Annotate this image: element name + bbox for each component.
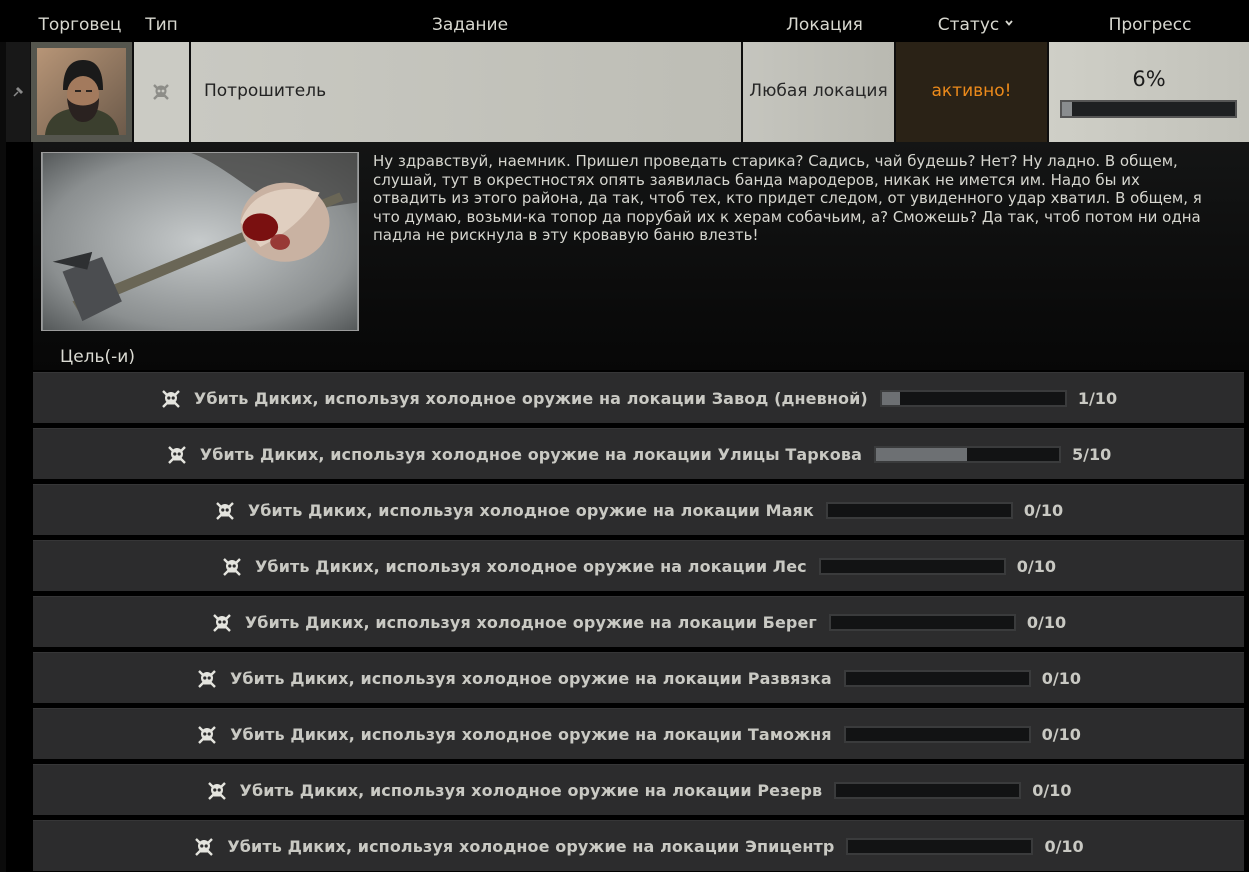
objective-content: Убить Диких, используя холодное оружие н… — [221, 541, 1056, 592]
location-cell: Любая локация — [743, 42, 894, 142]
skull-crossbones-icon — [198, 725, 216, 744]
objective-row: Убить Диких, используя холодное оружие н… — [33, 372, 1244, 423]
objective-progress-bar — [825, 502, 1013, 519]
quest-image — [41, 152, 359, 331]
objective-progress-bar — [818, 558, 1006, 575]
type-cell — [134, 42, 189, 142]
skull-crossbones-icon — [207, 781, 226, 800]
objective-row: Убить Диких, используя холодное оружие н… — [33, 708, 1244, 759]
objective-content: Убить Диких, используя холодное оружие н… — [206, 765, 1072, 816]
chevron-down-icon — [1005, 20, 1013, 26]
objective-count: 0/10 — [1041, 669, 1082, 688]
task-row[interactable]: Потрошитель Любая локация активно! 6% — [6, 42, 1249, 142]
objective-content: Убить Диких, используя холодное оружие н… — [166, 429, 1111, 480]
objective-text: Убить Диких, используя холодное оружие н… — [229, 669, 832, 688]
skull-crossbones-icon — [215, 501, 234, 520]
objective-count: 5/10 — [1071, 445, 1112, 464]
quest-description: Ну здравствуй, наемник. Пришел проведать… — [373, 152, 1202, 244]
objective-row: Убить Диких, используя холодное оружие н… — [33, 820, 1244, 871]
skull-crossbones-icon — [213, 613, 231, 632]
skull-crossbones-icon — [198, 669, 216, 688]
objective-row: Убить Диких, используя холодное оружие н… — [33, 652, 1244, 703]
header-status[interactable]: Статус — [898, 0, 1053, 42]
header-progress[interactable]: Прогресс — [1050, 0, 1249, 42]
skull-crossbones-icon — [167, 445, 186, 464]
status-cell: активно! — [896, 42, 1047, 142]
expand-toggle[interactable] — [6, 42, 30, 142]
objective-text: Убить Диких, используя холодное оружие н… — [244, 613, 817, 632]
objective-progress-bar — [846, 838, 1034, 855]
objective-text: Убить Диких, используя холодное оружие н… — [255, 557, 807, 576]
objective-count: 0/10 — [1016, 557, 1056, 576]
status-text: активно! — [931, 81, 1012, 101]
objective-count: 0/10 — [1026, 613, 1067, 632]
objective-progress-fill — [881, 392, 901, 405]
objective-progress-bar — [834, 782, 1022, 799]
objective-content: Убить Диких, используя холодное оружие н… — [160, 373, 1117, 424]
objective-progress-fill — [875, 448, 968, 461]
objective-count: 1/10 — [1077, 389, 1118, 408]
quest-details: Ну здравствуй, наемник. Пришел проведать… — [33, 142, 1249, 370]
quest-name: Потрошитель — [204, 81, 327, 101]
objective-text: Убить Диких, используя холодное оружие н… — [230, 725, 832, 744]
objective-text: Убить Диких, используя холодное оружие н… — [193, 389, 868, 408]
objective-row: Убить Диких, используя холодное оружие н… — [33, 484, 1244, 535]
scroll-rail — [0, 42, 6, 872]
objective-content: Убить Диких, используя холодное оружие н… — [214, 485, 1063, 536]
objective-progress-bar — [843, 670, 1031, 687]
progress-percent: 6% — [1132, 67, 1166, 91]
objective-count: 0/10 — [1032, 781, 1072, 800]
objective-progress-bar — [828, 614, 1016, 631]
objective-text: Убить Диких, используя холодное оружие н… — [227, 837, 835, 856]
progress-cell: 6% — [1049, 42, 1249, 142]
objective-text: Убить Диких, используя холодное оружие н… — [247, 501, 814, 520]
objective-progress-bar — [843, 726, 1031, 743]
header-quest[interactable]: Задание — [191, 0, 749, 42]
header-status-label: Статус — [937, 15, 1000, 35]
location-text: Любая локация — [749, 81, 888, 101]
goals-title: Цель(-и) — [60, 347, 135, 367]
objective-count: 0/10 — [1041, 725, 1081, 744]
progress-bar — [1060, 100, 1237, 118]
header-trader[interactable]: Торговец — [30, 0, 130, 42]
objective-count: 0/10 — [1044, 837, 1084, 856]
objective-row: Убить Диких, используя холодное оружие н… — [33, 428, 1244, 479]
header-type[interactable]: Тип — [134, 0, 189, 42]
progress-bar-fill — [1062, 102, 1073, 116]
objective-count: 0/10 — [1023, 501, 1064, 520]
skull-crossbones-icon — [153, 84, 169, 100]
header-location[interactable]: Локация — [747, 0, 902, 42]
pin-icon — [13, 86, 24, 97]
quest-cell: Потрошитель — [191, 42, 741, 142]
trader-cell — [31, 42, 132, 142]
objective-progress-bar — [879, 390, 1067, 407]
objective-content: Убить Диких, используя холодное оружие н… — [196, 653, 1081, 704]
objective-content: Убить Диких, используя холодное оружие н… — [196, 709, 1081, 760]
objective-text: Убить Диких, используя холодное оружие н… — [239, 781, 823, 800]
skull-crossbones-icon — [223, 557, 241, 576]
table-header: Торговец Тип Задание Локация Статус Прог… — [0, 0, 1249, 42]
objective-row: Убить Диких, используя холодное оружие н… — [33, 596, 1244, 647]
objective-text: Убить Диких, используя холодное оружие н… — [199, 445, 862, 464]
objective-progress-bar — [873, 446, 1061, 463]
skull-crossbones-icon — [162, 389, 180, 408]
skull-crossbones-icon — [195, 837, 214, 856]
objective-row: Убить Диких, используя холодное оружие н… — [33, 540, 1244, 591]
objective-content: Убить Диких, используя холодное оружие н… — [193, 821, 1084, 872]
trader-avatar — [37, 48, 126, 135]
objective-row: Убить Диких, используя холодное оружие н… — [33, 764, 1244, 815]
objective-content: Убить Диких, используя холодное оружие н… — [211, 597, 1066, 648]
